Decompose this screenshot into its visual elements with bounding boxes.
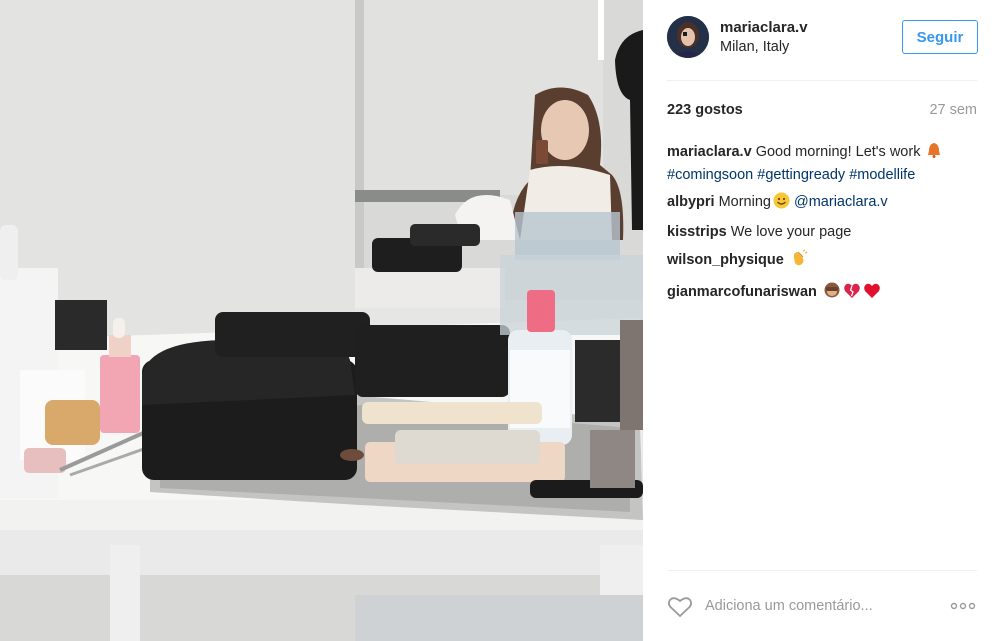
post-header: mariaclara.v Milan, Italy Seguir xyxy=(667,12,978,66)
header-divider xyxy=(667,80,977,81)
post-footer xyxy=(667,590,977,622)
hashtag-modellife[interactable]: #modellife xyxy=(849,167,915,183)
caption: mariaclara.v Good morning! Let's work #c… xyxy=(667,142,977,185)
avatar-image xyxy=(667,16,709,58)
comment-item: kisstrips We love your page xyxy=(667,223,977,243)
bell-emoji xyxy=(926,142,942,166)
monkey-emoji xyxy=(823,281,841,306)
broken-heart-emoji xyxy=(843,282,861,306)
comment-item: gianmarcofunariswan xyxy=(667,281,977,306)
post-time[interactable]: 27 sem xyxy=(929,102,977,118)
comment-text: We love your page xyxy=(730,223,852,240)
follow-button[interactable]: Seguir xyxy=(902,20,978,54)
red-heart-emoji xyxy=(863,282,881,306)
add-comment-input[interactable] xyxy=(705,594,925,618)
post-photo[interactable] xyxy=(0,0,643,641)
smiley-emoji xyxy=(773,192,790,216)
comment-user[interactable]: wilson_physique xyxy=(667,252,784,268)
more-options-icon[interactable] xyxy=(949,596,977,616)
comment-item: albypri Morning @mariaclara.v xyxy=(667,192,977,216)
hashtag-gettingready[interactable]: #getting­ready xyxy=(757,167,845,183)
hashtag-comingsoon[interactable]: #comingsoon xyxy=(667,167,753,183)
comment-user[interactable]: gianmarcofunariswan xyxy=(667,284,817,300)
comments-list: mariaclara.v Good morning! Let's work #c… xyxy=(667,142,977,312)
photo-illustration xyxy=(0,0,643,641)
author-avatar[interactable] xyxy=(667,16,709,58)
comment-text: Morning xyxy=(718,194,771,210)
comment-user[interactable]: kisstrips xyxy=(667,224,727,240)
footer-divider xyxy=(667,570,977,571)
heart-outline-icon[interactable] xyxy=(667,596,693,618)
caption-text: Good morning! Let's work xyxy=(755,144,921,160)
caption-user[interactable]: mariaclara.v xyxy=(667,144,752,160)
likes-count[interactable]: 223 gostos xyxy=(667,102,743,118)
post-details-panel: mariaclara.v Milan, Italy Seguir 223 gos… xyxy=(643,0,1000,641)
author-username[interactable]: mariaclara.v xyxy=(720,19,808,36)
comment-mention[interactable]: @mariaclara.v xyxy=(794,194,888,210)
post-location[interactable]: Milan, Italy xyxy=(720,39,789,55)
comment-item: wilson_physique xyxy=(667,249,977,274)
comment-user[interactable]: albypri xyxy=(667,194,715,210)
clapping-hands-emoji xyxy=(790,249,808,274)
likes-row: 223 gostos 27 sem xyxy=(667,102,977,122)
